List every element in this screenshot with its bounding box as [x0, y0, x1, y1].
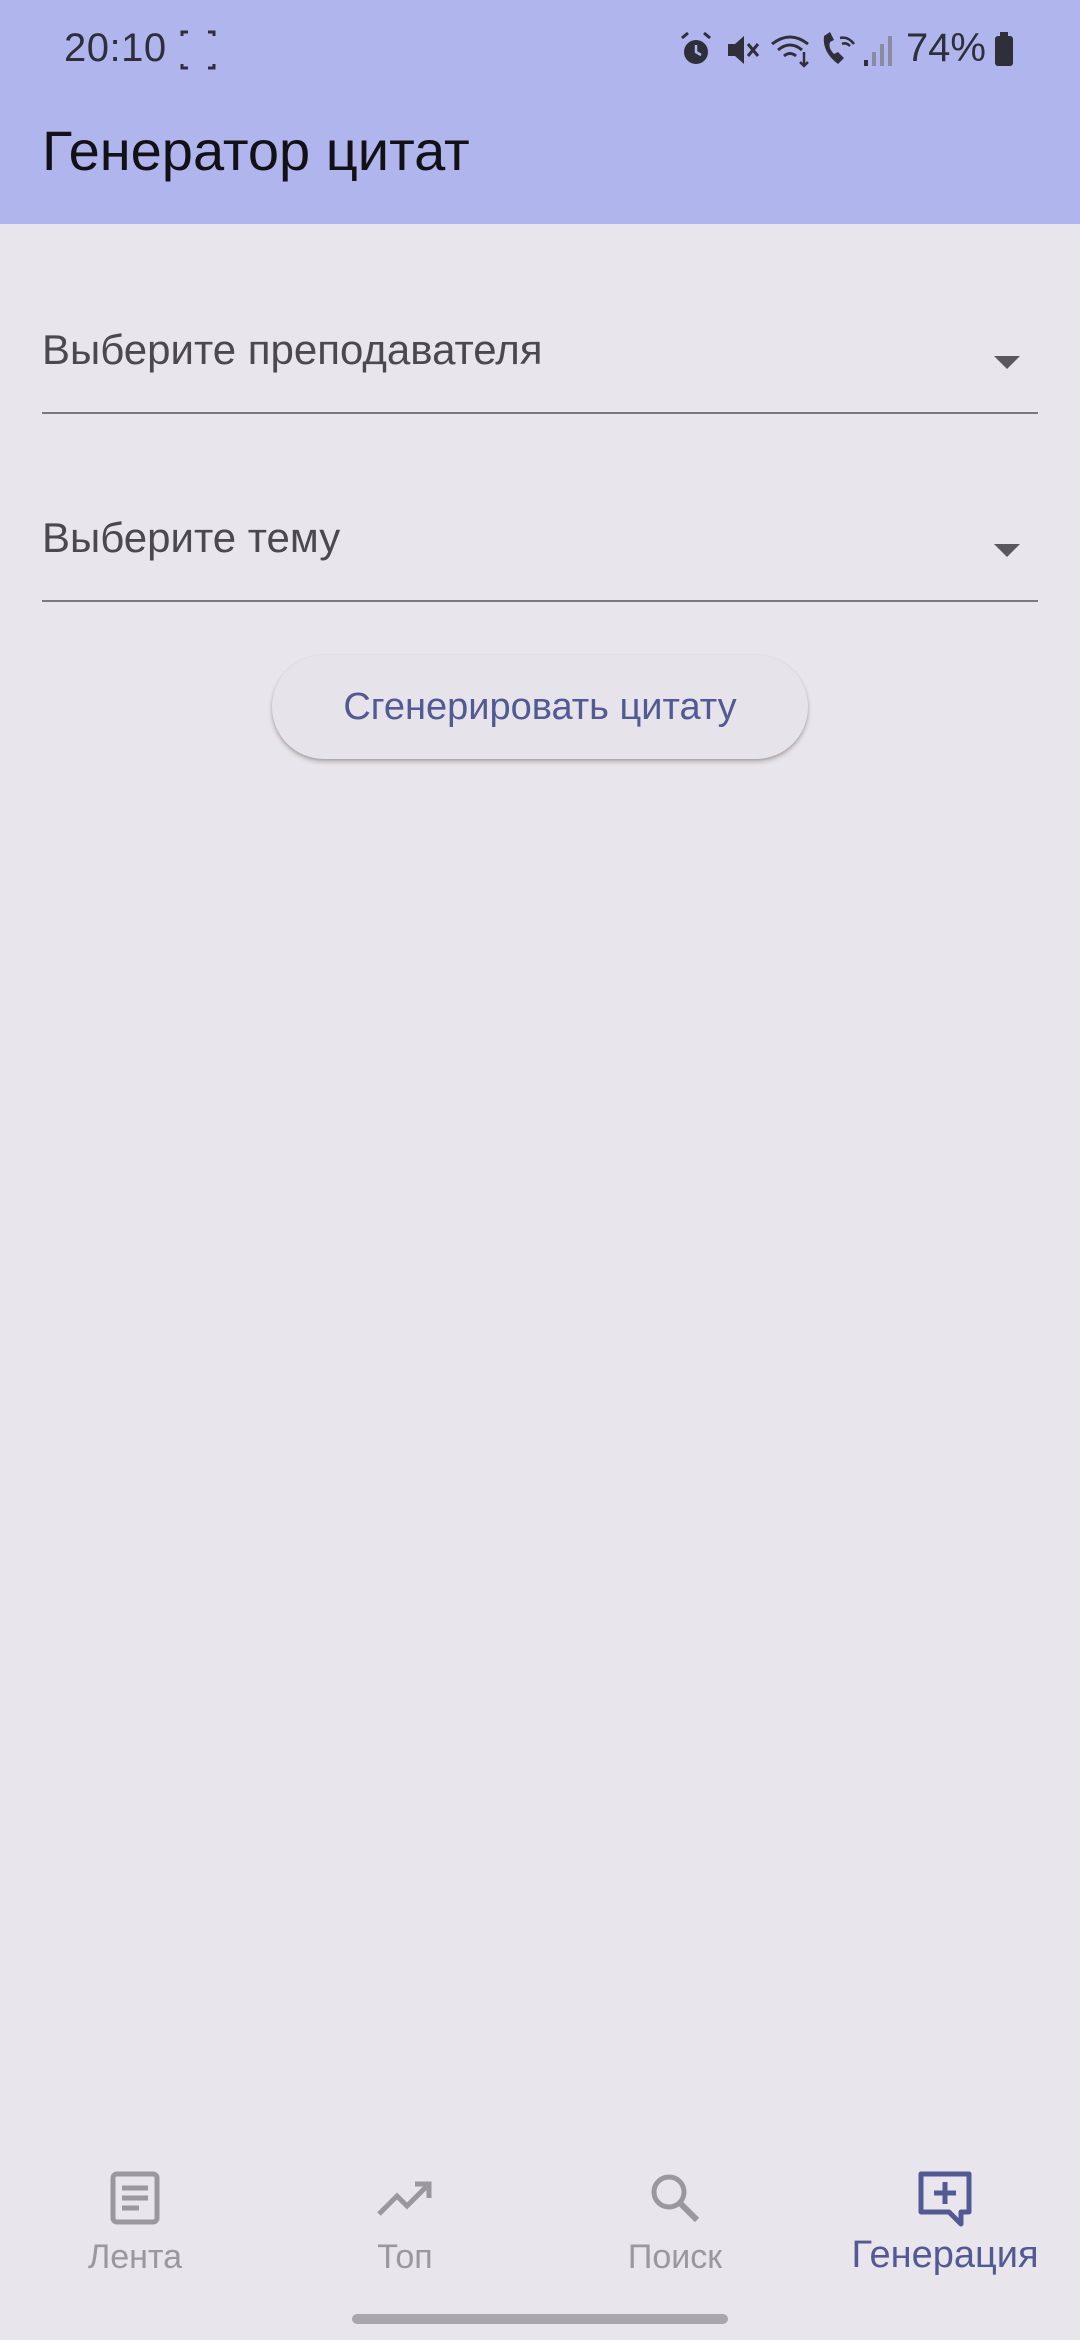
- signal-icon: [864, 36, 892, 66]
- status-bar: 20:10 74%: [0, 0, 1080, 100]
- nav-item-top[interactable]: Топ: [270, 2140, 540, 2300]
- nav-label-top: Топ: [377, 2238, 433, 2276]
- generate-quote-button[interactable]: Сгенерировать цитату: [272, 655, 808, 759]
- mute-icon: [728, 36, 760, 64]
- nav-label-feed: Лента: [87, 2238, 183, 2276]
- nav-item-feed[interactable]: Лента: [0, 2140, 270, 2300]
- nav-item-generation[interactable]: Генерация: [810, 2140, 1080, 2300]
- battery-percent: 74%: [905, 26, 986, 70]
- teacher-select-placeholder: Выберите преподавателя: [42, 326, 543, 373]
- battery-icon: [995, 32, 1013, 66]
- wifi-calling-icon: [823, 32, 855, 64]
- feed-icon: [110, 2171, 160, 2225]
- teacher-select[interactable]: Выберите преподавателя: [42, 292, 1038, 414]
- home-indicator[interactable]: [352, 2314, 728, 2324]
- wifi-data-icon: [771, 35, 809, 68]
- nav-item-search[interactable]: Поиск: [540, 2140, 810, 2300]
- dropdown-arrow-icon: [994, 544, 1020, 557]
- trending-icon: [377, 2181, 432, 2216]
- nav-label-generation: Генерация: [851, 2234, 1039, 2276]
- dropdown-arrow-icon: [994, 356, 1020, 369]
- add-comment-icon: [918, 2171, 972, 2227]
- page-title: Генератор цитат: [42, 119, 470, 182]
- status-time: 20:10: [64, 26, 167, 70]
- bottom-navigation: Лента Топ Поиск Генерация: [0, 2140, 1080, 2340]
- topic-select-placeholder: Выберите тему: [42, 514, 341, 561]
- screenshot-frame-icon: [180, 30, 216, 70]
- search-icon: [651, 2174, 700, 2223]
- nav-label-search: Поиск: [627, 2238, 723, 2276]
- alarm-icon: [681, 31, 711, 64]
- top-app-bar: 20:10 74% Генератор цитат: [0, 0, 1080, 224]
- topic-select[interactable]: Выберите тему: [42, 480, 1038, 602]
